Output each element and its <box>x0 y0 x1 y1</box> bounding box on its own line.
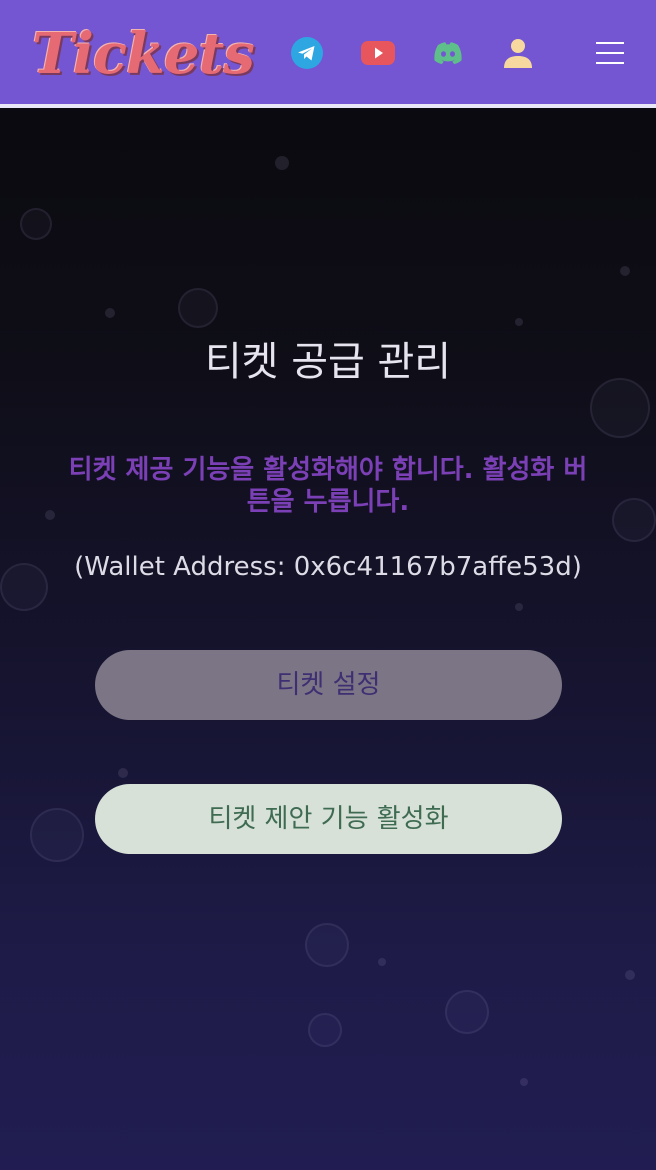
activation-warning-message: 티켓 제공 기능을 활성화해야 합니다. 활성화 버튼을 누릅니다. <box>68 455 588 517</box>
wallet-address-value: 0x6c41167b7affe53d <box>293 552 572 582</box>
background-bubble <box>178 288 218 328</box>
ticket-settings-button[interactable]: 티켓 설정 <box>95 650 562 720</box>
background-bubble <box>30 808 84 862</box>
background-bubble <box>305 923 349 967</box>
background-bubble <box>308 1013 342 1047</box>
wallet-close-paren: ) <box>571 552 582 582</box>
background-dot <box>515 318 523 326</box>
page-title: 티켓 공급 관리 <box>204 339 452 385</box>
background-bubble <box>445 990 489 1034</box>
background-dot <box>105 308 115 318</box>
youtube-icon[interactable] <box>359 35 397 71</box>
background-dot <box>520 1078 528 1086</box>
menu-bar-top <box>596 42 624 44</box>
activate-ticket-offer-button[interactable]: 티켓 제안 기능 활성화 <box>95 784 562 854</box>
background-dot <box>378 958 386 966</box>
background-dot <box>515 603 523 611</box>
discord-icon[interactable] <box>429 35 467 71</box>
background-bubble <box>20 208 52 240</box>
background-dot <box>275 156 289 170</box>
background-bubble <box>612 498 656 542</box>
background-dot <box>118 768 128 778</box>
background-dot <box>620 266 630 276</box>
menu-bar-bottom <box>596 62 624 64</box>
telegram-icon[interactable] <box>289 35 325 71</box>
menu-bar-middle <box>596 52 624 54</box>
wallet-address-text: (Wallet Address: 0x6c41167b7affe53d) <box>0 550 656 584</box>
menu-icon[interactable] <box>590 34 630 74</box>
main-content: 티켓 공급 관리 티켓 제공 기능을 활성화해야 합니다. 활성화 버튼을 누릅… <box>0 108 656 1170</box>
background-dot <box>625 970 635 980</box>
background-dot <box>45 510 55 520</box>
wallet-address-label: Wallet Address: <box>84 552 286 582</box>
tickets-logo[interactable]: Tickets <box>32 22 255 86</box>
top-navigation-bar: Tickets <box>0 0 656 108</box>
user-icon[interactable] <box>500 35 536 71</box>
wallet-open-paren: ( <box>74 552 85 582</box>
